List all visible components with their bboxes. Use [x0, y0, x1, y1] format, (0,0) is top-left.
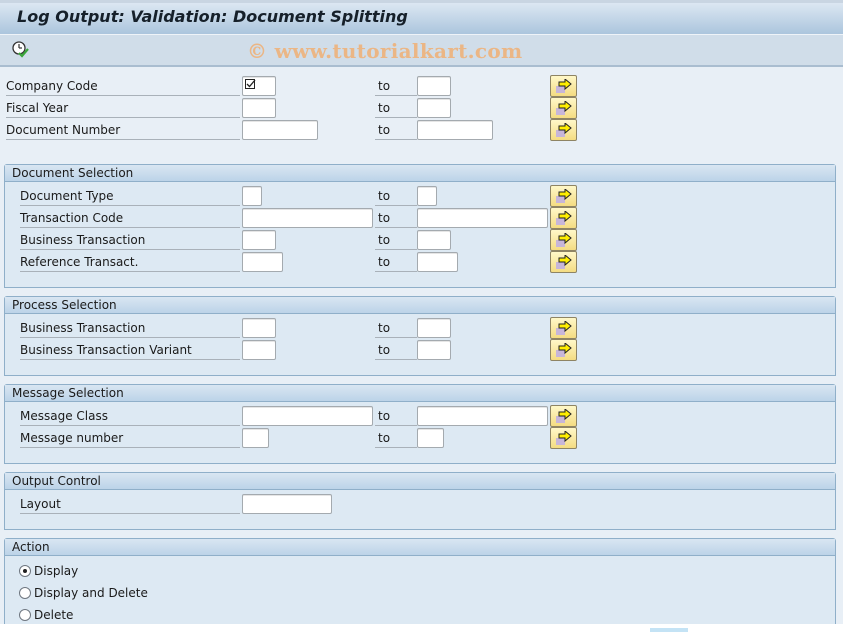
transaction-code-to-input[interactable]: [417, 208, 548, 228]
document-type-to-label: to: [375, 187, 417, 206]
fiscal-year-to-input[interactable]: [417, 98, 451, 118]
message-class-label: Message Class: [20, 407, 240, 426]
company-code-to-input[interactable]: [417, 76, 451, 96]
document-selection-title: Document Selection: [5, 165, 835, 182]
message-number-to-input[interactable]: [417, 428, 444, 448]
message-number-from-input[interactable]: [242, 428, 269, 448]
action-title: Action: [5, 539, 835, 556]
business-transaction-to-label: to: [375, 231, 417, 250]
message-class-to-label: to: [375, 407, 417, 426]
business-transaction-label: Business Transaction: [20, 231, 240, 250]
company-code-to-label: to: [375, 77, 417, 96]
transaction-code-label: Transaction Code: [20, 209, 240, 228]
business-transaction-variant-multiple-selection-button[interactable]: [550, 339, 577, 361]
page-title: Log Output: Validation: Document Splitti…: [17, 7, 408, 26]
radio-delete-label: Delete: [34, 608, 74, 622]
document-type-from-input[interactable]: [242, 186, 262, 206]
business-transaction-variant-to-input[interactable]: [417, 340, 451, 360]
watermark-text: © www.tutorialkart.com: [247, 39, 523, 63]
multiple-selection-arrow-icon: [556, 123, 572, 137]
multiple-selection-arrow-icon: [556, 321, 572, 335]
multiple-selection-arrow-icon: [556, 431, 572, 445]
radio-unselected-icon: [19, 609, 31, 621]
fiscal-year-multiple-selection-button[interactable]: [550, 97, 577, 119]
title-bar: Log Output: Validation: Document Splitti…: [0, 0, 843, 35]
radio-display-label: Display: [34, 564, 79, 578]
document-number-to-input[interactable]: [417, 120, 493, 140]
message-class-to-input[interactable]: [417, 406, 548, 426]
multiple-selection-arrow-icon: [556, 79, 572, 93]
process-business-transaction-multiple-selection-button[interactable]: [550, 317, 577, 339]
document-number-multiple-selection-button[interactable]: [550, 119, 577, 141]
fiscal-year-from-input[interactable]: [242, 98, 276, 118]
document-type-to-input[interactable]: [417, 186, 437, 206]
message-selection-title: Message Selection: [5, 385, 835, 402]
message-number-to-label: to: [375, 429, 417, 448]
document-number-label: Document Number: [6, 121, 240, 140]
reference-transaction-to-label: to: [375, 253, 417, 272]
transaction-code-to-label: to: [375, 209, 417, 228]
business-transaction-multiple-selection-button[interactable]: [550, 229, 577, 251]
scroll-indicator: [650, 628, 688, 632]
message-class-multiple-selection-button[interactable]: [550, 405, 577, 427]
reference-transaction-multiple-selection-button[interactable]: [550, 251, 577, 273]
action-group: Action: [4, 538, 836, 628]
document-number-from-input[interactable]: [242, 120, 318, 140]
layout-label: Layout: [20, 495, 240, 514]
fiscal-year-label: Fiscal Year: [6, 99, 240, 118]
multiple-selection-arrow-icon: [556, 255, 572, 269]
radio-display-and-delete-label: Display and Delete: [34, 586, 148, 600]
reference-transaction-to-input[interactable]: [417, 252, 458, 272]
message-number-multiple-selection-button[interactable]: [550, 427, 577, 449]
document-number-to-label: to: [375, 121, 417, 140]
transaction-code-from-input[interactable]: [242, 208, 373, 228]
process-business-transaction-to-input[interactable]: [417, 318, 451, 338]
company-code-multiple-selection-button[interactable]: [550, 75, 577, 97]
process-business-transaction-from-input[interactable]: [242, 318, 276, 338]
business-transaction-from-input[interactable]: [242, 230, 276, 250]
company-code-from-input[interactable]: [242, 76, 276, 96]
company-code-label: Company Code: [6, 77, 240, 96]
message-class-from-input[interactable]: [242, 406, 373, 426]
document-type-multiple-selection-button[interactable]: [550, 185, 577, 207]
radio-unselected-icon: [19, 587, 31, 599]
transaction-code-multiple-selection-button[interactable]: [550, 207, 577, 229]
execute-clock-icon[interactable]: [12, 41, 30, 59]
process-business-transaction-to-label: to: [375, 319, 417, 338]
layout-input[interactable]: [242, 494, 332, 514]
multiple-selection-arrow-icon: [556, 233, 572, 247]
multiple-selection-arrow-icon: [556, 409, 572, 423]
radio-selected-icon: [19, 565, 31, 577]
business-transaction-to-input[interactable]: [417, 230, 451, 250]
reference-transaction-label: Reference Transact.: [20, 253, 240, 272]
message-number-label: Message number: [20, 429, 240, 448]
multiple-selection-arrow-icon: [556, 211, 572, 225]
application-toolbar: © www.tutorialkart.com: [0, 35, 843, 67]
multiple-selection-arrow-icon: [556, 101, 572, 115]
bottom-strip: [0, 624, 843, 632]
multiple-selection-arrow-icon: [556, 189, 572, 203]
process-business-transaction-label: Business Transaction: [20, 319, 240, 338]
business-transaction-variant-to-label: to: [375, 341, 417, 360]
business-transaction-variant-label: Business Transaction Variant: [20, 341, 240, 360]
fiscal-year-to-label: to: [375, 99, 417, 118]
business-transaction-variant-from-input[interactable]: [242, 340, 276, 360]
multiple-selection-arrow-icon: [556, 343, 572, 357]
checkbox-checked-icon: [245, 79, 256, 89]
document-type-label: Document Type: [20, 187, 240, 206]
reference-transaction-from-input[interactable]: [242, 252, 283, 272]
process-selection-title: Process Selection: [5, 297, 835, 314]
output-control-title: Output Control: [5, 473, 835, 490]
